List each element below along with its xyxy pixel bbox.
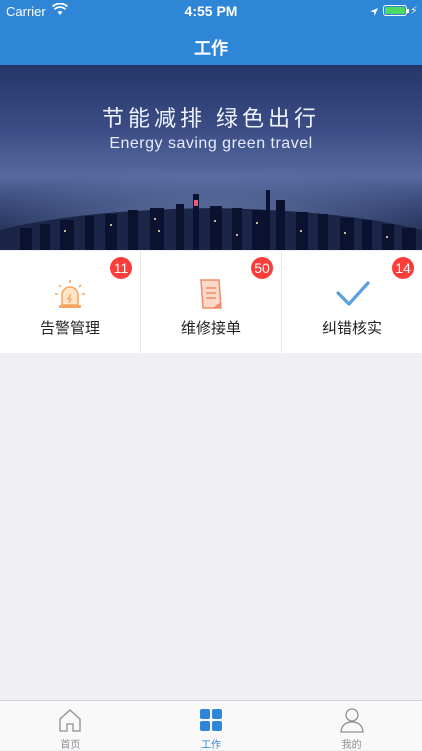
alarm-management-button[interactable]: 11 告警管理: [0, 251, 141, 353]
alarm-management-label: 告警管理: [39, 320, 100, 337]
city-skyline-image: [0, 190, 422, 250]
navigation-header: Carrier 4:55 PM ⚡ 工作: [0, 0, 422, 65]
tab-work-label: 工作: [201, 740, 221, 751]
tab-home-label: 首页: [60, 740, 81, 751]
battery-tip: [407, 9, 409, 13]
repair-order-button[interactable]: 50 维修接单: [141, 251, 282, 353]
page-title: 工作: [194, 39, 228, 58]
alarm-light-icon: [55, 280, 85, 308]
tab-home[interactable]: 首页: [0, 701, 141, 751]
document-icon: [200, 279, 222, 309]
banner-slogan-english: Energy saving green travel: [109, 135, 313, 152]
location-arrow-icon: [369, 5, 379, 20]
user-icon: [339, 708, 364, 733]
promo-banner[interactable]: 节能减排 绿色出行 Energy saving green travel: [0, 65, 422, 250]
repair-count-badge: 50: [251, 257, 273, 279]
tab-work[interactable]: 工作: [141, 701, 282, 751]
battery-icon: [383, 5, 407, 16]
banner-slogan-chinese: 节能减排 绿色出行: [101, 106, 321, 131]
repair-order-label: 维修接单: [180, 320, 241, 337]
tab-profile[interactable]: 我的: [281, 701, 422, 751]
home-icon: [59, 709, 81, 732]
status-bar: Carrier 4:55 PM ⚡: [0, 0, 422, 22]
grid-icon: [200, 709, 222, 731]
checkmark-icon: [336, 281, 370, 306]
charging-bolt-icon: ⚡: [410, 5, 418, 17]
verification-count-badge: 14: [392, 257, 414, 279]
tab-bar: 首页 工作 我的: [0, 700, 422, 751]
alarm-count-badge: 11: [110, 257, 132, 279]
error-verification-label: 纠错核实: [321, 320, 382, 337]
clock-time: 4:55 PM: [184, 3, 238, 19]
error-verification-button[interactable]: 14 纠错核实: [282, 251, 422, 353]
function-grid: 11 告警管理 50 维修接单 14 纠错核实: [0, 251, 422, 353]
tab-profile-label: 我的: [341, 740, 362, 751]
